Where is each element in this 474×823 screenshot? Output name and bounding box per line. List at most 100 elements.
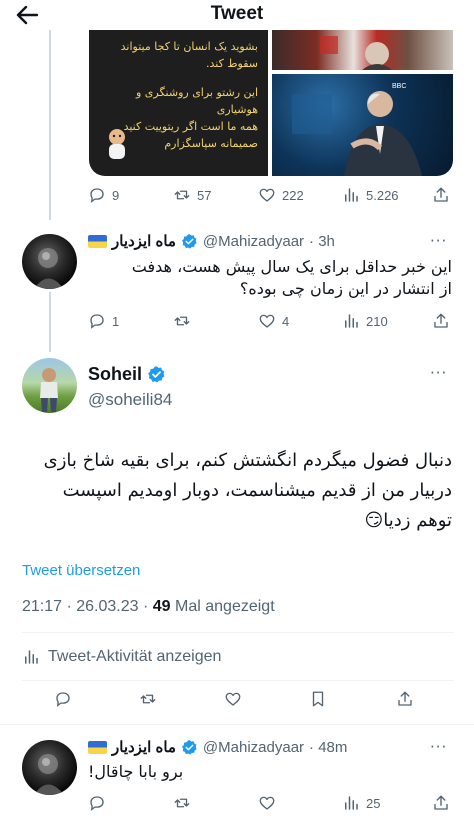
share-icon [398, 691, 412, 706]
author-handle[interactable]: @soheili84 [88, 390, 172, 410]
more-options-icon[interactable]: ··· [430, 738, 447, 756]
thread-line [49, 30, 51, 220]
divider [22, 632, 454, 633]
tweet-activity-link[interactable]: Tweet-Aktivität anzeigen [22, 648, 221, 666]
views-action[interactable]: 25 [342, 794, 380, 812]
reply-action[interactable]: 1 [88, 312, 119, 330]
tweet-text-line: توهم زدیا😏 [364, 510, 452, 531]
heart-icon [225, 692, 241, 706]
like-button[interactable] [224, 690, 242, 708]
verified-badge-icon [181, 739, 197, 755]
author-row: Soheil [88, 364, 166, 385]
retweet-icon [140, 694, 156, 704]
like-action[interactable]: 4 [258, 312, 289, 330]
retweet-icon [174, 798, 190, 808]
heart-icon [259, 314, 275, 328]
retweet-action[interactable]: 57 [173, 186, 211, 204]
views-action[interactable]: 210 [342, 312, 388, 330]
like-action[interactable]: 222 [258, 186, 304, 204]
tweet-text-line: از انتشار در این زمان چی بوده؟ [239, 279, 452, 298]
bookmark-button[interactable] [309, 690, 327, 708]
share-icon [434, 795, 448, 810]
activity-label: Tweet-Aktivität anzeigen [48, 648, 222, 665]
tweet-text-line: دربیار من از قدیم میشناسمت، دوبار اومدیم… [62, 480, 452, 501]
author-handle[interactable]: @Mahizadyaar [203, 233, 304, 250]
media-image-text[interactable]: بشوید یک انسان تا کجا میتواند سقوط کند. … [89, 30, 268, 176]
tweet-text-line: این خبر حداقل برای یک سال پیش هست، هدفت [131, 257, 452, 276]
retweet-action[interactable] [173, 794, 191, 812]
tweet-text: برو بابا چاقال! [88, 762, 448, 781]
view-count: 5.226 [366, 187, 399, 203]
media-text-line: سقوط کند. [206, 57, 258, 71]
reply-button[interactable] [54, 690, 72, 708]
like-count: 222 [282, 187, 304, 203]
media-text-line: بشوید یک انسان تا کجا میتواند [120, 40, 258, 53]
retweet-button[interactable] [139, 690, 157, 708]
view-count: 25 [366, 795, 381, 811]
sticker-image [109, 129, 125, 159]
share-action[interactable] [432, 312, 450, 330]
author-name[interactable]: ماه ایزدیار [112, 738, 176, 756]
media-image-top[interactable] [272, 30, 453, 70]
analytics-icon [345, 314, 358, 328]
retweet-icon [174, 316, 190, 326]
tweet-text-line: برو بابا چاقال! [88, 762, 184, 781]
top-bar: Tweet [0, 0, 474, 30]
tweet-meta: 21:17 · 26.03.23 · 49 Mal angezeigt [22, 598, 275, 616]
reply-count: 1 [112, 313, 120, 329]
avatar[interactable] [22, 358, 77, 413]
reply-icon [90, 796, 104, 811]
retweet-count: 57 [197, 187, 212, 203]
view-count: 49 [152, 598, 171, 615]
reply-icon [90, 188, 104, 203]
share-icon [434, 313, 448, 328]
author-name[interactable]: ماه ایزدیار [112, 232, 176, 250]
share-icon [434, 187, 448, 202]
thread-line [49, 292, 51, 352]
view-count: 210 [366, 313, 388, 329]
tweet-text: دنبال فضول میگردم انگشتش کنم، برای بقیه … [12, 446, 452, 536]
bookmark-icon [312, 691, 324, 707]
analytics-icon [345, 188, 358, 202]
more-options-icon[interactable]: ··· [430, 232, 447, 250]
retweet-icon [174, 190, 190, 200]
tweet-time[interactable]: · 3h [309, 233, 335, 250]
svg-text:BBC: BBC [392, 83, 406, 90]
heart-icon [259, 796, 275, 810]
like-action[interactable] [258, 794, 276, 812]
divider [0, 724, 474, 725]
ukraine-flag-icon [88, 740, 107, 754]
reply-icon [90, 314, 104, 329]
reply-action[interactable] [88, 794, 106, 812]
ukraine-flag-icon [88, 234, 107, 248]
author-name[interactable]: Soheil [88, 364, 142, 385]
author-handle[interactable]: @Mahizadyaar [203, 739, 304, 756]
share-action[interactable] [432, 794, 450, 812]
divider [22, 680, 454, 681]
views-action[interactable]: 5.226 [342, 186, 399, 204]
verified-badge-icon [148, 366, 165, 383]
tweet-media[interactable]: بشوید یک انسان تا کجا میتواند سقوط کند. … [89, 30, 453, 176]
reply-count: 9 [112, 187, 120, 203]
heart-icon [259, 188, 275, 202]
avatar[interactable] [22, 234, 77, 289]
reply-icon [56, 692, 70, 707]
page-title: Tweet [210, 3, 264, 24]
media-text-line: این رشتو برای روشنگری و هوشیاری [135, 86, 258, 117]
tweet-time[interactable]: · 48m [309, 739, 347, 756]
reply-action[interactable]: 9 [88, 186, 119, 204]
analytics-icon [345, 796, 358, 810]
tweet-timestamp[interactable]: 21:17 · 26.03.23 · [22, 598, 148, 615]
share-action[interactable] [432, 186, 450, 204]
verified-badge-icon [181, 233, 197, 249]
retweet-action[interactable] [173, 312, 191, 330]
tweet-text-line: دنبال فضول میگردم انگشتش کنم، برای بقیه … [43, 450, 452, 471]
like-count: 4 [282, 313, 290, 329]
media-image-bottom[interactable]: BBC [272, 74, 453, 176]
more-options-icon[interactable]: ··· [430, 364, 447, 382]
view-label: Mal angezeigt [175, 598, 275, 615]
author-row: ماه ایزدیار @Mahizadyaar · 3h [88, 232, 335, 250]
share-button[interactable] [396, 690, 414, 708]
translate-link[interactable]: Tweet übersetzen [22, 562, 140, 579]
avatar[interactable] [22, 740, 77, 795]
